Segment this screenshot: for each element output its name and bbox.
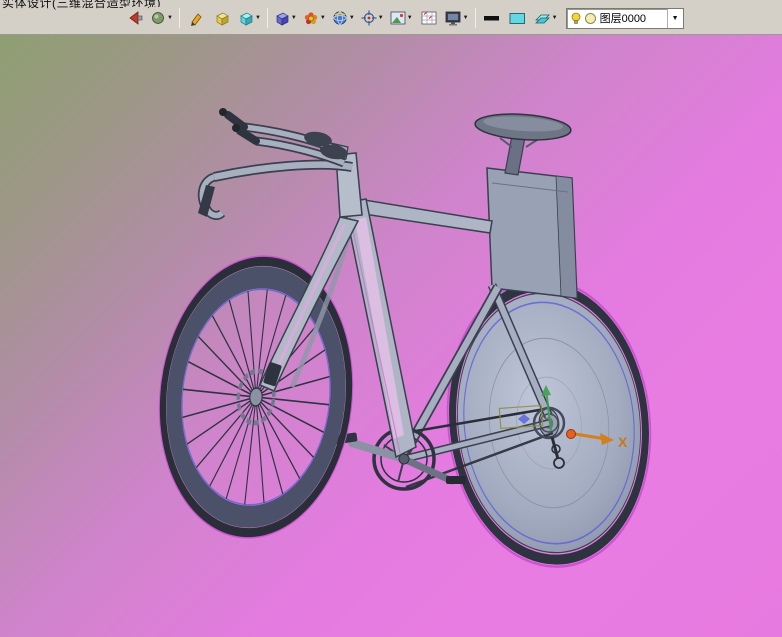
- texture-grid-button[interactable]: [416, 7, 441, 29]
- globe-icon: [333, 11, 347, 25]
- seat-tube-box: [486, 167, 578, 299]
- thick-line-icon: [484, 16, 500, 21]
- chevron-down-icon: ▼: [319, 15, 326, 21]
- origin-point: [566, 429, 576, 439]
- layer-circle-icon: [584, 12, 596, 24]
- handlebar-assembly: [197, 108, 353, 220]
- render-mode-button[interactable]: ▼: [149, 7, 175, 29]
- image-icon: [390, 11, 406, 25]
- toolbar-separator: [266, 8, 268, 28]
- x-axis-label: X: [618, 434, 628, 450]
- chevron-down-icon: ▼: [406, 15, 413, 21]
- cyan-swatch-icon: [509, 12, 526, 24]
- pencil-icon: [191, 12, 202, 26]
- app-window: 实体设计(三维混合造型环境) ▼ ▼ ▼ ▼ ▼ ▼ ▼ ▼ ▼ 图层0000 …: [0, 0, 782, 637]
- crosshair-icon: [361, 10, 377, 26]
- saddle-assembly: [474, 113, 572, 176]
- color-wheel-button[interactable]: ▼: [300, 7, 328, 29]
- image-button[interactable]: ▼: [387, 7, 415, 29]
- target-button[interactable]: ▼: [358, 7, 386, 29]
- layer-combobox[interactable]: 图层0000 ▼: [565, 7, 684, 29]
- render-toolbar: ▼ ▼ ▼ ▼ ▼ ▼ ▼ ▼ ▼ 图层0000 ▼: [123, 6, 684, 30]
- chevron-down-icon: ▼: [290, 15, 297, 21]
- sketch-button[interactable]: [183, 7, 208, 29]
- color-wheel-icon: [304, 12, 318, 25]
- layer-combo-value: 图层0000: [599, 13, 647, 25]
- layer-sheet-icon: [534, 14, 550, 24]
- yellow-box-button[interactable]: [209, 7, 234, 29]
- chevron-down-icon: ▼: [254, 15, 261, 21]
- material-cube-icon: [276, 12, 289, 26]
- monitor-icon: [445, 11, 461, 25]
- material-button[interactable]: ▼: [271, 7, 299, 29]
- exit-render-button[interactable]: [123, 7, 147, 29]
- layer-style-button[interactable]: ▼: [531, 7, 560, 29]
- 3d-viewport[interactable]: X: [0, 35, 782, 637]
- line-width-button[interactable]: [479, 7, 504, 29]
- combo-dropdown-button[interactable]: ▼: [666, 8, 683, 28]
- texture-grid-icon: [421, 11, 437, 25]
- environment-button[interactable]: ▼: [329, 7, 357, 29]
- bike-model[interactable]: [146, 108, 664, 577]
- header-bar: 实体设计(三维混合造型环境) ▼ ▼ ▼ ▼ ▼ ▼ ▼ ▼ ▼ 图层0000 …: [0, 0, 782, 35]
- render-sphere-icon: [152, 12, 164, 24]
- yellow-box-icon: [216, 12, 229, 26]
- cyan-box-button[interactable]: ▼: [235, 7, 263, 29]
- toolbar-separator: [474, 8, 476, 28]
- lightbulb-icon: [571, 12, 580, 24]
- display-button[interactable]: ▼: [442, 7, 471, 29]
- chevron-down-icon: ▼: [167, 15, 173, 21]
- viewport-canvas: X: [146, 108, 664, 577]
- chevron-down-icon: ▼: [377, 15, 384, 21]
- chevron-down-icon: ▼: [551, 15, 558, 21]
- toolbar-separator: [178, 8, 180, 28]
- cyan-box-icon: [240, 12, 253, 26]
- chevron-down-icon: ▼: [348, 15, 355, 21]
- red-arrow-icon: [129, 11, 143, 25]
- fill-color-button[interactable]: [505, 7, 530, 29]
- chevron-down-icon: ▼: [462, 15, 469, 21]
